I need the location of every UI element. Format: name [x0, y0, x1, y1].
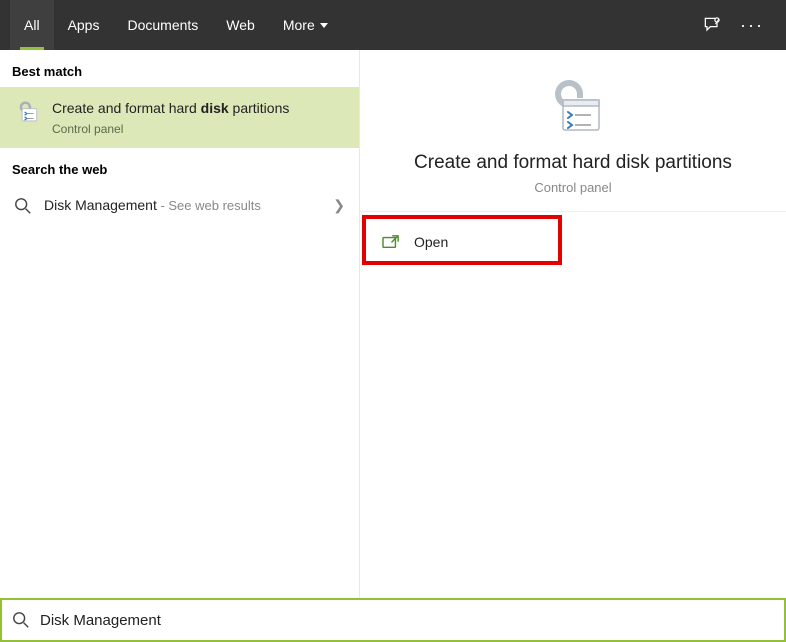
search-icon [12, 611, 30, 629]
open-label: Open [414, 234, 448, 250]
web-result-title: Disk Management [44, 197, 157, 213]
detail-subtitle: Control panel [534, 180, 611, 195]
search-icon [14, 197, 32, 215]
search-web-header: Search the web [0, 148, 359, 185]
web-result-subtitle: - See web results [157, 198, 261, 213]
tab-more[interactable]: More [269, 0, 342, 50]
best-match-header: Best match [0, 50, 359, 87]
tab-documents[interactable]: Documents [113, 0, 212, 50]
tab-web[interactable]: Web [212, 0, 269, 50]
best-match-text: Create and format hard disk partitions C… [52, 99, 289, 136]
best-match-result[interactable]: Create and format hard disk partitions C… [0, 87, 359, 148]
best-match-subtitle: Control panel [52, 122, 289, 136]
open-icon [382, 234, 400, 250]
search-input[interactable] [40, 612, 774, 629]
tabs-left-group: All Apps Documents Web More [10, 0, 342, 50]
results-list-pane: Best match Create and format hard disk p… [0, 50, 360, 598]
chevron-down-icon [320, 23, 328, 28]
chevron-right-icon: ❯ [333, 197, 345, 214]
main-body: Best match Create and format hard disk p… [0, 50, 786, 598]
web-result-text: Disk Management - See web results [44, 197, 261, 215]
tabs-right-group: ··· [702, 15, 776, 36]
open-action[interactable]: Open [360, 222, 786, 262]
detail-pane: Create and format hard disk partitions C… [360, 50, 786, 598]
tab-apps[interactable]: Apps [54, 0, 114, 50]
detail-header-card: Create and format hard disk partitions C… [360, 50, 786, 212]
web-result-left: Disk Management - See web results [14, 197, 261, 215]
best-match-title: Create and format hard disk partitions [52, 99, 289, 118]
tab-more-label: More [283, 17, 315, 33]
web-result-item[interactable]: Disk Management - See web results ❯ [0, 185, 359, 227]
actions-list: Open [360, 212, 786, 272]
control-panel-large-icon [541, 74, 605, 138]
filter-tabs-bar: All Apps Documents Web More ··· [0, 0, 786, 50]
feedback-icon[interactable] [702, 15, 722, 35]
tab-all[interactable]: All [10, 0, 54, 50]
detail-title: Create and format hard disk partitions [414, 152, 732, 174]
more-options-icon[interactable]: ··· [740, 15, 764, 36]
control-panel-icon [14, 99, 40, 125]
search-bar[interactable] [0, 598, 786, 642]
